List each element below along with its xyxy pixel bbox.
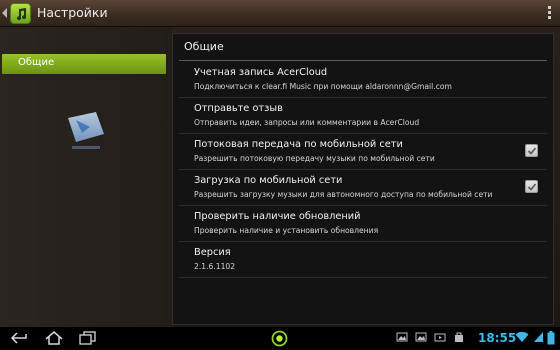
- setting-subtitle: Разрешить загрузку музыки для автономног…: [194, 190, 493, 199]
- gallery-notification-icon[interactable]: [415, 331, 427, 343]
- setting-subtitle: Подключиться к clear.fi Music при помощи…: [194, 82, 452, 91]
- setting-subtitle: Отправить идеи, запросы или комментарии …: [194, 118, 420, 127]
- checkmark-icon: [527, 183, 537, 191]
- setting-subtitle: Проверить наличие и установить обновлени…: [194, 226, 379, 235]
- category-item-label: Общие: [18, 57, 55, 68]
- section-divider: [179, 60, 547, 61]
- setting-send-feedback[interactable]: Отправьте отзыв Отправить идеи, запросы …: [179, 98, 547, 134]
- category-item-general[interactable]: Общие: [2, 54, 166, 74]
- wifi-icon: [515, 331, 529, 342]
- version-value: 2.1.6.1102: [194, 262, 236, 271]
- back-icon[interactable]: [10, 331, 30, 345]
- page-title: Настройки: [37, 5, 108, 20]
- settings-detail-panel: Общие Учетная запись AcerCloud Подключит…: [172, 33, 554, 325]
- setting-title: Отправьте отзыв: [194, 103, 283, 114]
- action-bar: Настройки: [0, 0, 560, 27]
- watermark-logo-icon: [68, 112, 104, 149]
- setting-mobile-streaming[interactable]: Потоковая передача по мобильной сети Раз…: [179, 134, 547, 170]
- setting-acercloud-account[interactable]: Учетная запись AcerCloud Подключиться к …: [179, 62, 547, 98]
- home-icon[interactable]: [44, 331, 64, 345]
- setting-version: Версия 2.1.6.1102: [179, 242, 547, 278]
- gallery-notification-icon[interactable]: [396, 331, 408, 343]
- clock[interactable]: 18:55: [478, 331, 516, 345]
- now-playing-icon[interactable]: [271, 330, 288, 347]
- recent-apps-icon[interactable]: [78, 331, 98, 345]
- setting-title: Версия: [194, 247, 231, 258]
- signal-icon: [534, 332, 543, 342]
- mobile-download-checkbox[interactable]: [525, 180, 538, 193]
- setting-title: Загрузка по мобильной сети: [194, 175, 343, 186]
- battery-icon: [547, 331, 555, 345]
- video-notification-icon[interactable]: [434, 331, 446, 343]
- setting-title: Проверить наличие обновлений: [194, 211, 361, 222]
- checkmark-icon: [527, 147, 537, 155]
- up-chevron-icon[interactable]: [2, 8, 7, 18]
- music-app-icon[interactable]: [10, 3, 31, 24]
- overflow-menu-icon[interactable]: [548, 6, 552, 21]
- setting-mobile-download[interactable]: Загрузка по мобильной сети Разрешить заг…: [179, 170, 547, 206]
- system-bar: 18:55: [0, 327, 560, 350]
- store-notification-icon[interactable]: [453, 331, 465, 343]
- section-header: Общие: [184, 40, 224, 53]
- setting-subtitle: Разрешить потоковую передачу музыки по м…: [194, 154, 435, 163]
- mobile-streaming-checkbox[interactable]: [525, 144, 538, 157]
- settings-screen: Настройки Общие Общие Учетная запись Ace…: [0, 0, 560, 350]
- setting-title: Потоковая передача по мобильной сети: [194, 139, 403, 150]
- settings-categories-panel: Общие: [0, 27, 172, 327]
- setting-check-updates[interactable]: Проверить наличие обновлений Проверить н…: [179, 206, 547, 242]
- setting-title: Учетная запись AcerCloud: [194, 67, 328, 78]
